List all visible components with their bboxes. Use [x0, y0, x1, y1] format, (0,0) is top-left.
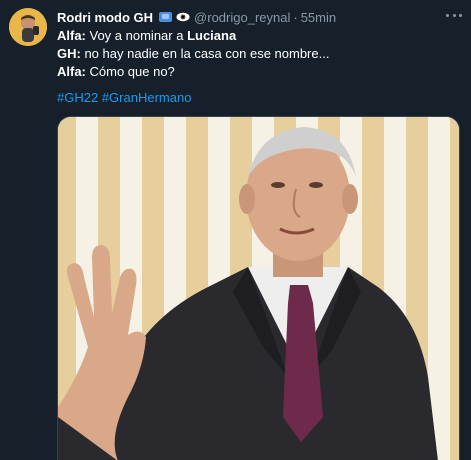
timestamp[interactable]: 55min [301, 10, 336, 25]
avatar-image [9, 8, 47, 46]
photo-man-in-suit-raising-hand-icon [58, 117, 459, 460]
line-text: Voy a nominar a [85, 28, 188, 43]
line-text: Cómo que no? [85, 64, 175, 79]
hashtags: #GH22 #GranHermano [57, 90, 191, 105]
tweet-header: Rodri modo GH @rodrigo_reynal · 55min [57, 8, 336, 26]
avatar[interactable] [9, 8, 47, 46]
tweet-text: Alfa: Voy a nominar a Luciana GH: no hay… [57, 27, 329, 81]
line-bold-name: Luciana [187, 28, 237, 43]
author-handle[interactable]: @rodrigo_reynal [194, 10, 290, 25]
hashtag-link[interactable]: #GH22 [57, 90, 98, 105]
line-text: no hay nadie en la casa con ese nombre..… [80, 46, 330, 61]
speaker-label: Alfa: [57, 28, 86, 43]
speaker-label: Alfa: [57, 64, 86, 79]
separator-dot: · [293, 9, 298, 25]
tv-icon [159, 12, 173, 22]
eye-icon [176, 12, 190, 22]
tweet-line: GH: no hay nadie en la casa con ese nomb… [57, 45, 329, 63]
hashtag-link[interactable]: #GranHermano [102, 90, 192, 105]
speaker-label: GH: [57, 46, 81, 61]
tweet-photo[interactable] [57, 116, 460, 460]
tweet-line: Alfa: Voy a nominar a Luciana [57, 27, 329, 45]
tweet-line: Alfa: Cómo que no? [57, 63, 329, 81]
tweet[interactable]: Rodri modo GH @rodrigo_reynal · 55min Al… [0, 0, 471, 460]
author-name[interactable]: Rodri modo GH [57, 10, 153, 25]
more-options-icon[interactable] [446, 9, 462, 21]
